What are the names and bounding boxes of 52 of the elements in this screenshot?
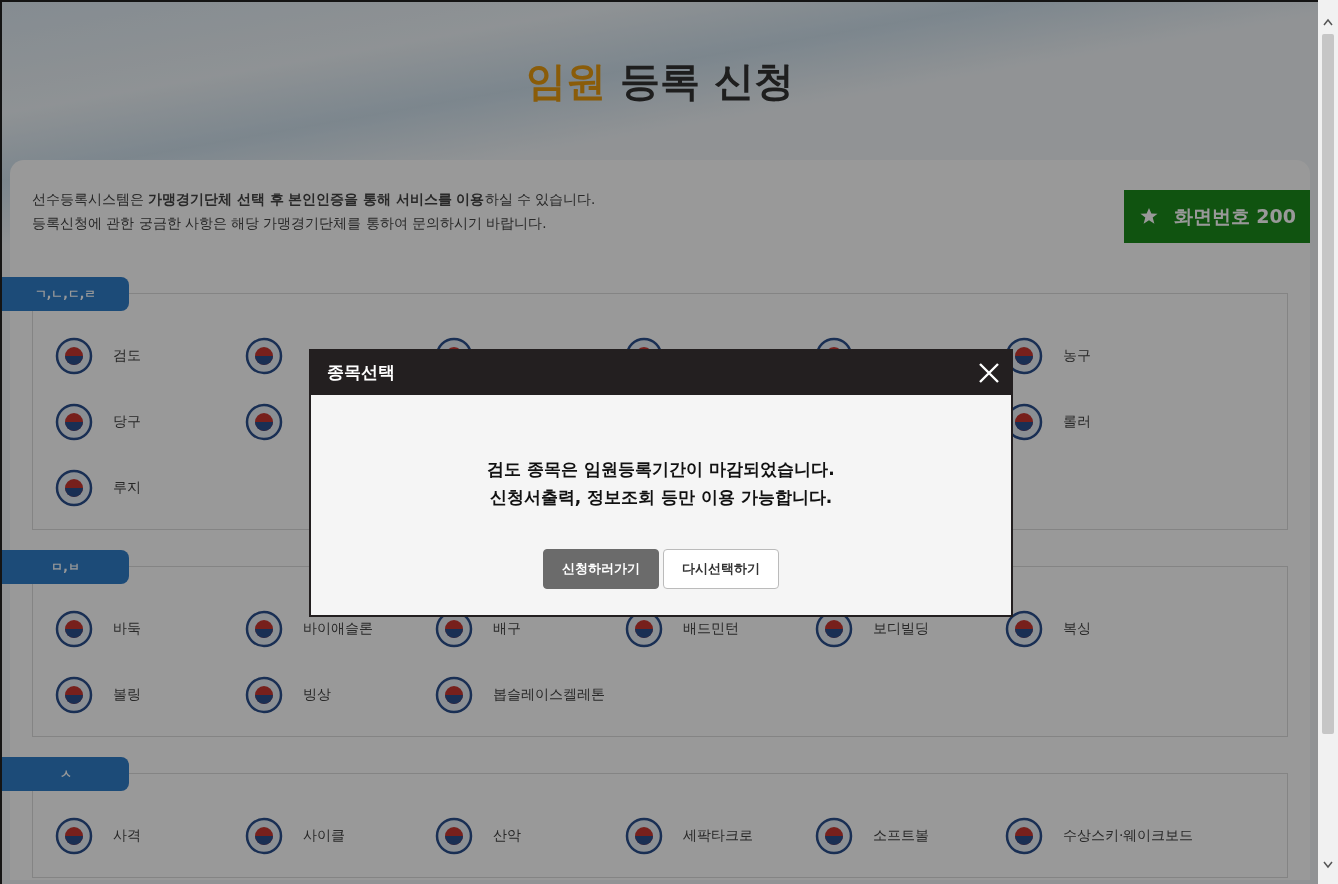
category-tab[interactable]: ㄱ,ㄴ,ㄷ,ㄹ	[2, 276, 129, 311]
reselect-button[interactable]: 다시선택하기	[663, 549, 779, 590]
emblem-icon	[55, 675, 93, 714]
intro-text: 등록신청에 관한 궁금한 사항은 해당 가맹경기단체를 통하여 문의하시기 바랍니다.	[31, 213, 548, 233]
sport-link[interactable]: 보디빌딩	[873, 618, 929, 639]
category-tab[interactable]: ㅅ	[2, 756, 129, 791]
sport-link[interactable]: 루지	[113, 477, 141, 498]
emblem-icon	[245, 609, 283, 648]
sport-link[interactable]: 배드민턴	[683, 618, 739, 639]
sport-link[interactable]: 사격	[113, 825, 141, 846]
sport-link[interactable]: 세팍타크로	[683, 825, 753, 846]
sport-link[interactable]: 당구	[113, 411, 141, 432]
sport-link[interactable]: 소프트볼	[873, 825, 929, 846]
sport-link[interactable]: 산악	[493, 825, 521, 846]
emblem-icon	[1005, 816, 1043, 855]
screen-number-badge: 화면번호 200	[1123, 190, 1310, 243]
emblem-icon	[625, 816, 663, 855]
sport-link[interactable]: 수상스키·웨이크보드	[1063, 825, 1194, 846]
emblem-icon	[245, 402, 283, 441]
modal-message: 검도 종목은 임원등록기간이 마감되었습니다.	[486, 458, 836, 481]
emblem-icon	[435, 675, 473, 714]
sport-link[interactable]: 배구	[493, 618, 521, 639]
emblem-icon	[245, 675, 283, 714]
sport-link[interactable]: 볼링	[113, 684, 141, 705]
sport-link[interactable]: 농구	[1063, 345, 1091, 366]
emblem-icon	[435, 816, 473, 855]
apply-button[interactable]: 신청하러가기	[543, 549, 659, 590]
sport-link[interactable]: 롤러	[1063, 411, 1091, 432]
star-icon	[1139, 207, 1158, 226]
emblem-icon	[245, 816, 283, 855]
emblem-icon	[815, 816, 853, 855]
emblem-icon	[55, 609, 93, 648]
sport-link[interactable]: 바이애슬론	[303, 618, 373, 639]
sport-link[interactable]: 바둑	[113, 618, 141, 639]
emblem-icon	[55, 816, 93, 855]
sport-link[interactable]: 봅슬레이스켈레톤	[493, 684, 605, 705]
emblem-icon	[55, 468, 93, 507]
intro-text: 선수등록시스템은 가맹경기단체 선택 후 본인인증을 통해 서비스를 이용하실 수 있습니다.	[31, 190, 596, 209]
emblem-icon	[55, 336, 93, 375]
emblem-icon	[245, 336, 283, 375]
close-icon	[977, 361, 1001, 385]
modal-message: 신청서출력, 정보조회 등만 이용 가능합니다.	[488, 486, 834, 510]
close-button[interactable]	[977, 361, 1001, 385]
sport-link[interactable]: 복싱	[1063, 618, 1091, 639]
sport-link[interactable]: 빙상	[303, 684, 331, 705]
category-tab[interactable]: ㅁ,ㅂ	[2, 549, 129, 584]
sport-link[interactable]: 사이클	[303, 825, 345, 846]
modal-title: 종목선택	[327, 361, 395, 385]
sport-link[interactable]: 검도	[113, 345, 141, 366]
emblem-icon	[55, 402, 93, 441]
page-title: 임원 등록 신청	[526, 57, 794, 105]
emblem-icon	[1005, 609, 1043, 648]
